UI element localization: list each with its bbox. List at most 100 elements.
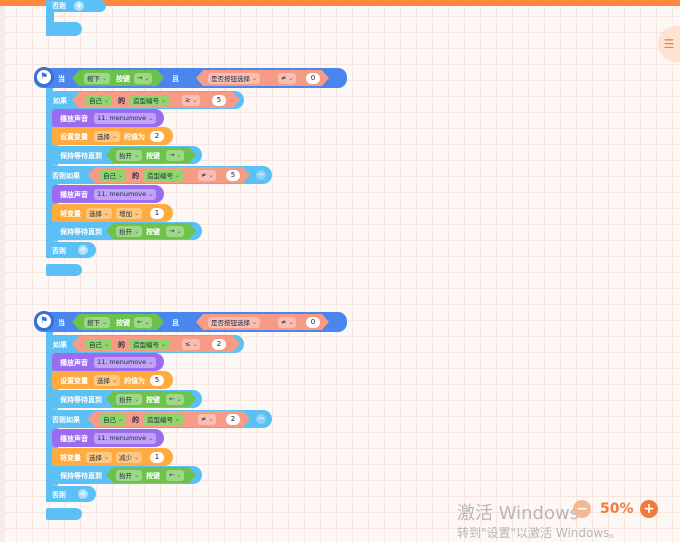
change-value[interactable]: 1 (150, 451, 164, 463)
if-label: 如果 (53, 341, 67, 349)
release-dropdown[interactable]: 抬开 (116, 393, 143, 405)
if-value[interactable]: 2 (212, 338, 226, 350)
object-dropdown[interactable]: 自己 (86, 94, 113, 106)
wait-key-dropdown[interactable]: → (166, 225, 185, 237)
release-dropdown[interactable]: 抬开 (116, 469, 143, 481)
panel-toggle-icon[interactable]: ☰ (658, 26, 680, 62)
else-if-label: 否则如果 (52, 172, 80, 180)
object-dropdown[interactable]: 自己 (100, 413, 127, 425)
compare-value[interactable]: 0 (306, 72, 320, 84)
remove-branch-icon[interactable]: − (256, 170, 266, 180)
elseif-value[interactable]: 2 (226, 413, 240, 425)
sound-dropdown[interactable]: 11. menumove (94, 188, 157, 200)
elseif-value[interactable]: 5 (226, 169, 240, 181)
of-label: 的 (118, 341, 125, 349)
operator-dropdown[interactable]: ≠ (278, 72, 297, 84)
else-if-label: 否则如果 (52, 416, 80, 424)
of-label: 的 (118, 97, 125, 105)
compare-value[interactable]: 0 (306, 316, 320, 328)
and-label: 且 (172, 75, 179, 83)
wait-key-dropdown[interactable]: ← (166, 393, 185, 405)
direction-dropdown[interactable]: 减少 (116, 451, 143, 463)
zoom-in-button[interactable]: + (640, 500, 658, 518)
elseif-operator-dropdown[interactable]: ≠ (198, 413, 217, 425)
hat-when-label: 当 (58, 75, 65, 83)
block-end[interactable] (46, 264, 82, 276)
play-sound-label: 播放声音 (60, 359, 88, 367)
key-dropdown[interactable]: → (134, 72, 153, 84)
set-to-label: 的值为 (124, 133, 145, 141)
release-dropdown[interactable]: 抬开 (116, 225, 143, 237)
and-label: 且 (172, 319, 179, 327)
add-branch-icon[interactable]: + (78, 489, 88, 499)
variable-dropdown[interactable]: 选择 (86, 451, 113, 463)
direction-dropdown[interactable]: 增加 (116, 207, 143, 219)
press-dropdown[interactable]: 按下 (84, 72, 111, 84)
wait-key-dropdown[interactable]: → (166, 149, 185, 161)
set-variable-label: 设置变量 (60, 377, 88, 385)
play-sound-label: 播放声音 (60, 191, 88, 199)
sensing-dropdown[interactable]: 是否按钮选择 (208, 316, 261, 328)
key-label: 按键 (116, 319, 130, 327)
zoom-level: 50% (600, 501, 634, 517)
if-operator-dropdown[interactable]: ≤ (182, 338, 201, 350)
activation-watermark-title: 激活 Windows (457, 503, 580, 524)
operator-dropdown[interactable]: ≠ (278, 316, 297, 328)
else-label: 否则 (52, 247, 66, 255)
else-label: 否则 (52, 491, 66, 499)
key-dropdown[interactable]: ← (134, 316, 153, 328)
set-to-label: 的值为 (124, 377, 145, 385)
change-variable-label: 将变量 (60, 210, 81, 218)
hat-when-label: 当 (58, 319, 65, 327)
play-sound-label: 播放声音 (60, 435, 88, 443)
wait-key-label: 按键 (146, 396, 160, 404)
variable-dropdown[interactable]: 选择 (86, 207, 113, 219)
sound-dropdown[interactable]: 11. menumove (94, 112, 157, 124)
sound-dropdown[interactable]: 11. menumove (94, 356, 157, 368)
elseif-operator-dropdown[interactable]: ≠ (198, 169, 217, 181)
if-label: 如果 (53, 97, 67, 105)
play-sound-label: 播放声音 (60, 115, 88, 123)
wait-until-label: 保持等待直到 (60, 228, 102, 236)
sound-dropdown[interactable]: 11. menumove (94, 432, 157, 444)
block-end[interactable] (46, 508, 82, 520)
block-end[interactable] (46, 22, 82, 36)
flag-icon[interactable]: ⚑ (34, 311, 54, 331)
key-label: 按键 (116, 75, 130, 83)
add-branch-icon[interactable]: + (78, 245, 88, 255)
property-dropdown[interactable]: 造型编号 (144, 413, 184, 425)
set-value[interactable]: 5 (150, 374, 164, 386)
add-branch-icon[interactable]: + (74, 1, 84, 11)
zoom-out-button[interactable]: − (573, 500, 591, 518)
release-dropdown[interactable]: 抬开 (116, 149, 143, 161)
flag-icon[interactable]: ⚑ (34, 67, 54, 87)
wait-key-label: 按键 (146, 152, 160, 160)
else-label: 否则 (52, 2, 66, 10)
change-variable-label: 将变量 (60, 454, 81, 462)
wait-key-label: 按键 (146, 472, 160, 480)
remove-branch-icon[interactable]: − (256, 414, 266, 424)
property-dropdown[interactable]: 造型编号 (144, 169, 184, 181)
variable-dropdown[interactable]: 选择 (94, 374, 121, 386)
left-edge-strip (0, 6, 5, 542)
property-dropdown[interactable]: 造型编号 (130, 338, 170, 350)
activation-watermark-hint: 转到"设置"以激活 Windows。 (457, 526, 622, 540)
press-dropdown[interactable]: 按下 (84, 316, 111, 328)
object-dropdown[interactable]: 自己 (86, 338, 113, 350)
wait-key-dropdown[interactable]: ← (166, 469, 185, 481)
set-variable-label: 设置变量 (60, 133, 88, 141)
wait-until-label: 保持等待直到 (60, 472, 102, 480)
object-dropdown[interactable]: 自己 (100, 169, 127, 181)
variable-dropdown[interactable]: 选择 (94, 130, 121, 142)
else-block[interactable]: 否则 + (46, 0, 106, 12)
property-dropdown[interactable]: 造型编号 (130, 94, 170, 106)
change-value[interactable]: 1 (150, 207, 164, 219)
if-value[interactable]: 5 (212, 94, 226, 106)
of-label: 的 (132, 172, 139, 180)
set-value[interactable]: 2 (150, 130, 164, 142)
of-label: 的 (132, 416, 139, 424)
sensing-dropdown[interactable]: 是否按钮选择 (208, 72, 261, 84)
wait-until-label: 保持等待直到 (60, 396, 102, 404)
if-operator-dropdown[interactable]: ≥ (182, 94, 201, 106)
wait-until-label: 保持等待直到 (60, 152, 102, 160)
